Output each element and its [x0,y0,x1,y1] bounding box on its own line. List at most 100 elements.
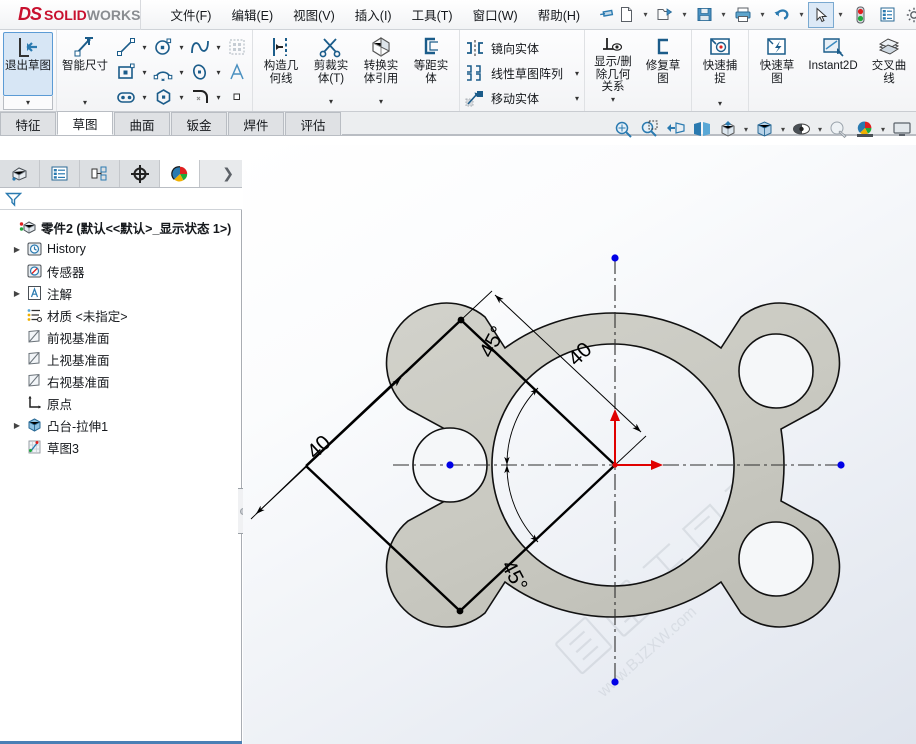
menu-help[interactable]: 帮助(H) [529,1,589,28]
zoom-to-area-icon[interactable] [637,117,662,141]
rebuild-traffic-light-icon[interactable] [847,2,873,28]
undo-caret[interactable]: ▾ [796,2,807,28]
fillet-icon[interactable] [188,86,212,108]
print-caret[interactable]: ▾ [757,2,768,28]
options-list-icon[interactable] [874,2,900,28]
view-orientation-icon[interactable] [715,117,740,141]
apply-scene-icon[interactable] [852,117,877,141]
menu-insert[interactable]: 插入(I) [346,1,401,28]
text-icon[interactable] [225,61,249,83]
exit-sketch-button[interactable]: 退出草图 [3,32,53,96]
save-icon[interactable] [691,2,717,28]
hide-show-items-icon[interactable] [789,117,814,141]
tree-expander[interactable]: ▶ [10,289,24,298]
settings-gear-icon[interactable] [901,2,916,28]
panel-tab-property-manager[interactable] [40,160,80,187]
circle-caret[interactable]: ▾ [176,36,187,58]
trim-entities-button[interactable]: 剪裁实 体(T) [306,32,356,96]
tree-expander[interactable]: ▶ [10,245,24,254]
move-entities-button[interactable]: 移动实体 ▾ [463,86,581,110]
tree-item-boss-extrude1[interactable]: ▶ 凸台-拉伸1 [0,414,242,436]
display-style-icon[interactable] [752,117,777,141]
display-delete-relations-dropdown[interactable]: ▾ [588,95,638,105]
menu-tools[interactable]: 工具(T) [403,1,462,28]
tree-item-right-plane[interactable]: 右视基准面 [0,370,242,392]
section-view-icon[interactable] [689,117,714,141]
select-caret[interactable]: ▾ [835,2,846,28]
menu-view[interactable]: 视图(V) [284,1,344,28]
repair-sketch-button[interactable]: 修复草 图 [638,32,688,96]
quick-snaps-button[interactable]: 快速捕 捉 [695,32,745,96]
open-folder-icon[interactable] [652,2,678,28]
slot-caret[interactable]: ▾ [139,86,150,108]
menu-window[interactable]: 窗口(W) [464,1,527,28]
display-delete-relations-button[interactable]: 显示/删 除几何 关系 [588,32,638,95]
print-icon[interactable] [730,2,756,28]
select-cursor-icon[interactable] [808,1,835,28]
mirror-entities-button[interactable]: 镜向实体 [463,36,581,60]
save-caret[interactable]: ▾ [718,2,729,28]
rectangle-icon[interactable] [114,61,138,83]
chevron-right-icon[interactable]: ❯ [222,165,242,182]
display-style-caret[interactable]: ▾ [778,117,788,141]
tab-weldments[interactable]: 焊件 [228,112,284,135]
tree-filter-bar[interactable] [0,188,242,210]
circle-icon[interactable] [151,36,175,58]
spline-icon[interactable] [188,36,212,58]
new-document-icon[interactable] [613,2,639,28]
intersection-curve-button[interactable]: 交叉曲 线 [864,32,914,96]
smart-dimension-dropdown[interactable]: ▾ [60,96,110,108]
tree-item-material[interactable]: 材质 <未指定> [0,304,242,326]
line-caret[interactable]: ▾ [139,36,150,58]
menu-edit[interactable]: 编辑(E) [222,1,282,28]
undo-icon[interactable] [769,2,795,28]
exit-sketch-dropdown[interactable]: ▾ [3,96,53,110]
tab-evaluate[interactable]: 评估 [285,112,341,135]
linear-sketch-pattern-button[interactable]: 线性草图阵列 ▾ [463,61,581,85]
arc-icon[interactable] [151,61,175,83]
ellipse-caret[interactable]: ▾ [213,61,224,83]
menu-file[interactable]: 文件(F) [161,1,220,28]
rapid-sketch-button[interactable]: 快速草 图 [752,32,802,96]
tab-features[interactable]: 特征 [0,112,56,135]
apply-scene-caret[interactable]: ▾ [878,117,888,141]
panel-tab-display-manager[interactable] [160,160,200,187]
grid-pattern-icon[interactable] [225,36,249,58]
construction-geometry-button[interactable]: 构造几 何线 [256,32,306,96]
solidworks-logo[interactable]: DS SOLID WORKS [0,0,142,30]
slot-icon[interactable] [114,86,138,108]
tree-item-top-plane[interactable]: 上视基准面 [0,348,242,370]
linear-sketch-pattern-caret[interactable]: ▾ [563,69,579,78]
offset-entities-button[interactable]: 等距实 体 [406,32,456,96]
panel-tab-feature-manager[interactable] [0,160,40,187]
spline-caret[interactable]: ▾ [213,36,224,58]
point-icon[interactable] [225,86,249,108]
tree-item-sketch3[interactable]: 草图3 [0,436,242,458]
new-document-caret[interactable]: ▾ [640,2,651,28]
tree-item-part[interactable]: 零件2 (默认<<默认>_显示状态 1>) [0,216,242,238]
zoom-to-fit-icon[interactable] [611,117,636,141]
tree-item-origin[interactable]: 原点 [0,392,242,414]
panel-tab-configuration-manager[interactable] [80,160,120,187]
open-folder-caret[interactable]: ▾ [679,2,690,28]
view-settings-icon[interactable] [889,117,914,141]
hide-show-items-caret[interactable]: ▾ [815,117,825,141]
fillet-caret[interactable]: ▾ [213,86,224,108]
polygon-icon[interactable] [151,86,175,108]
tab-sketch[interactable]: 草图 [57,111,113,135]
instant2d-button[interactable]: Instant2D [802,32,864,96]
cad-viewport[interactable]: www.BJ​ZXW.com [243,145,916,744]
arc-caret[interactable]: ▾ [176,61,187,83]
rectangle-caret[interactable]: ▾ [139,61,150,83]
previous-view-icon[interactable] [663,117,688,141]
panel-tab-dimxpert[interactable] [120,160,160,187]
polygon-caret[interactable]: ▾ [176,86,187,108]
trim-entities-dropdown[interactable]: ▾ [306,96,356,107]
tree-item-annotations[interactable]: ▶ 注解 [0,282,242,304]
tree-item-sensors[interactable]: 传感器 [0,260,242,282]
ellipse-icon[interactable] [188,61,212,83]
tab-surfaces[interactable]: 曲面 [114,112,170,135]
quick-snaps-dropdown[interactable]: ▾ [695,96,745,110]
move-entities-caret[interactable]: ▾ [563,94,579,103]
edit-appearance-icon[interactable] [826,117,851,141]
